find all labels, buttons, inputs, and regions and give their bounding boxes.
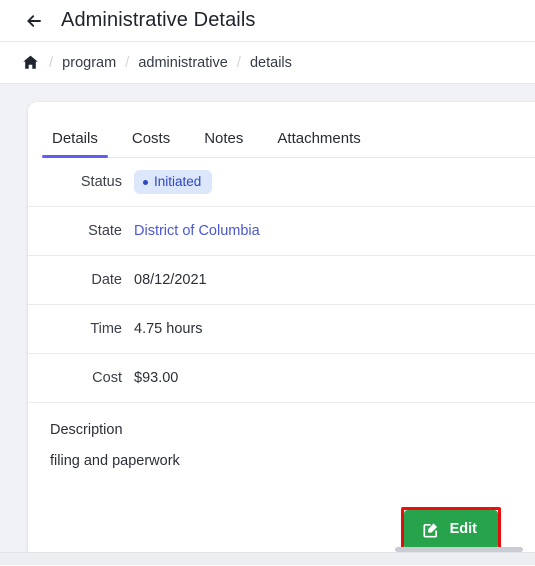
row-value-state[interactable]: District of Columbia	[134, 223, 260, 239]
status-dot-icon	[143, 179, 148, 185]
row-label-time: Time	[90, 321, 122, 337]
description-block: Description filing and paperwork	[28, 403, 535, 469]
table-row-time: Time 4.75 hours	[28, 305, 535, 354]
table-row-state: State District of Columbia	[28, 207, 535, 256]
tab-notes[interactable]: Notes	[202, 130, 245, 158]
page-body: Details Costs Notes Attachments Status I…	[0, 84, 535, 565]
status-badge: Initiated	[134, 170, 213, 194]
table-row-cost: Cost $93.00	[28, 354, 535, 403]
page-title: Administrative Details	[61, 9, 256, 31]
home-icon[interactable]	[20, 53, 40, 73]
details-card: Details Costs Notes Attachments Status I…	[28, 102, 535, 560]
table-row-date: Date 08/12/2021	[28, 256, 535, 305]
description-title: Description	[50, 422, 123, 438]
app-header: Administrative Details	[0, 0, 535, 41]
edit-button-label: Edit	[449, 521, 477, 538]
row-label-date: Date	[91, 272, 122, 288]
edit-button-highlight: Edit	[400, 507, 501, 552]
breadcrumb-item-details[interactable]: details	[250, 55, 292, 71]
tab-details[interactable]: Details	[42, 130, 108, 158]
row-value-time: 4.75 hours	[134, 321, 203, 337]
card-tabs: Details Costs Notes Attachments	[28, 102, 535, 158]
row-label-status: Status	[80, 174, 122, 190]
tab-costs[interactable]: Costs	[130, 130, 172, 158]
tab-attachments[interactable]: Attachments	[275, 130, 362, 158]
breadcrumb-item-program[interactable]: program	[62, 55, 116, 71]
edit-button[interactable]: Edit	[403, 510, 498, 549]
bottom-strip	[0, 552, 535, 565]
status-badge-label: Initiated	[154, 174, 202, 190]
back-arrow-icon[interactable]	[22, 9, 46, 33]
row-value-cost: $93.00	[134, 370, 179, 386]
edit-pencil-square-icon	[422, 520, 441, 539]
row-value-date: 08/12/2021	[134, 272, 207, 288]
breadcrumb-separator-1: /	[49, 54, 54, 71]
breadcrumb: / program / administrative / details	[0, 41, 535, 84]
row-label-cost: Cost	[92, 370, 122, 386]
table-row-status: Status Initiated	[28, 158, 535, 207]
breadcrumb-separator-3: /	[236, 54, 241, 71]
details-rows: Status Initiated State District of Colum…	[28, 158, 535, 403]
row-label-state: State	[88, 223, 122, 239]
breadcrumb-item-administrative[interactable]: administrative	[138, 55, 227, 71]
breadcrumb-separator-2: /	[125, 54, 130, 71]
description-text: filing and paperwork	[50, 453, 180, 469]
card-action-bar: Edit	[400, 507, 501, 552]
